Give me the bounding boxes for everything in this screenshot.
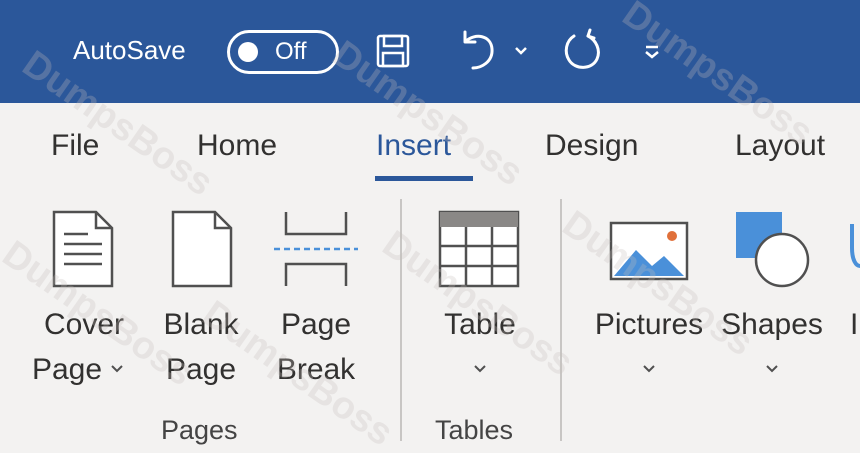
group-divider — [400, 199, 402, 441]
group-label-pages: Pages — [161, 415, 238, 445]
pictures-label: Pictures — [594, 308, 704, 341]
save-button[interactable] — [371, 24, 415, 78]
blank-page-icon — [166, 206, 238, 290]
autosave-toggle[interactable]: Off — [227, 30, 339, 74]
page-break-label-line1: Page — [280, 308, 352, 341]
autosave-toggle-state: Off — [275, 38, 307, 65]
blank-page-label-line1: Blank — [163, 308, 239, 341]
cover-page-label-line2: Page — [31, 353, 103, 386]
word-window: AutoSave Off File Home Insert Design Lay… — [0, 0, 860, 453]
tab-design[interactable]: Design — [545, 128, 638, 164]
tab-file[interactable]: File — [51, 128, 99, 164]
blank-page-label-line2: Page — [165, 353, 237, 386]
customize-toolbar-button[interactable] — [639, 24, 665, 78]
shapes-icon — [730, 206, 816, 290]
pictures-icon — [606, 216, 692, 282]
chevron-down-icon — [515, 47, 527, 55]
chevron-down-icon — [642, 361, 656, 377]
undo-button[interactable] — [452, 24, 508, 78]
shapes-label: Shapes — [721, 308, 823, 341]
tab-insert[interactable]: Insert — [376, 128, 451, 164]
active-tab-indicator — [375, 176, 473, 181]
redo-icon — [564, 28, 600, 69]
tab-home[interactable]: Home — [197, 128, 277, 164]
undo-dropdown-button[interactable] — [510, 24, 532, 78]
group-label-tables: Tables — [435, 415, 514, 445]
page-break-label-line2: Break — [276, 353, 356, 386]
chevron-down-icon — [765, 361, 779, 377]
icons-label-partial: I — [850, 308, 859, 341]
chevron-down-icon — [110, 361, 124, 377]
icons-icon — [846, 220, 860, 270]
toggle-knob-icon — [238, 42, 258, 62]
customize-icon — [645, 45, 659, 59]
group-divider — [560, 199, 562, 441]
table-icon — [434, 206, 524, 290]
page-break-icon — [270, 206, 362, 290]
tab-layout[interactable]: Layout — [735, 128, 825, 164]
autosave-label: AutoSave — [73, 35, 186, 65]
chevron-down-icon — [473, 361, 487, 377]
cover-page-label-line1: Cover — [43, 308, 125, 341]
table-label: Table — [444, 308, 516, 341]
cover-page-icon — [48, 206, 118, 290]
redo-button[interactable] — [554, 24, 610, 78]
undo-icon — [463, 30, 494, 70]
save-icon — [376, 34, 410, 68]
